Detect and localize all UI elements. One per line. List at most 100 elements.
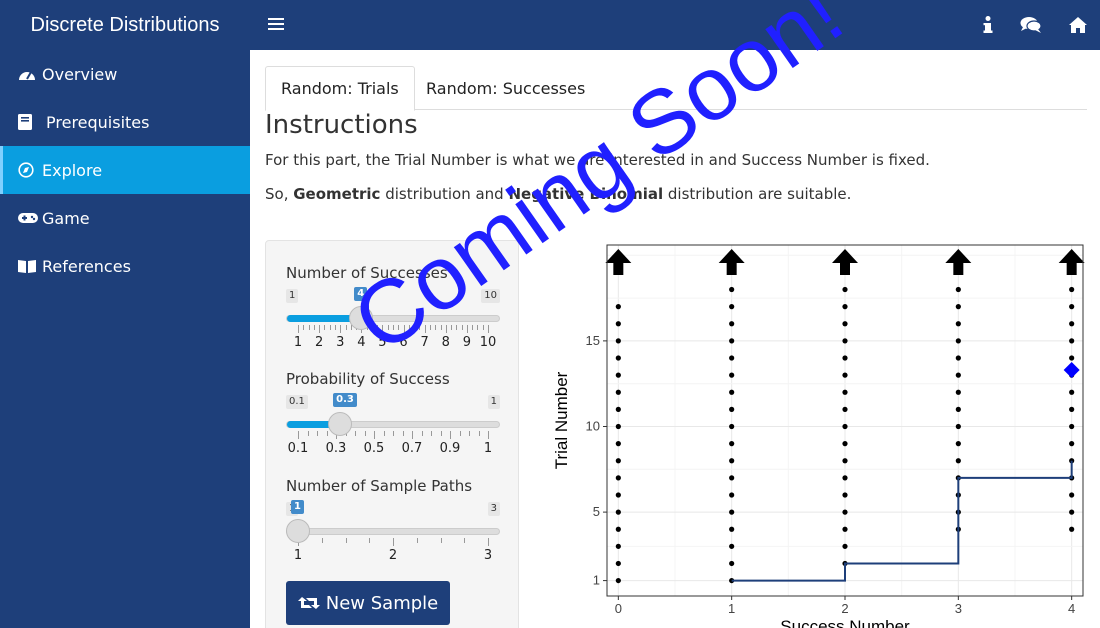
slider-tick <box>298 325 299 333</box>
slider-tick <box>435 325 437 330</box>
trial-dot <box>615 321 621 327</box>
y-tick-label: 5 <box>593 504 600 519</box>
y-axis-label: Trial Number <box>552 371 571 469</box>
trial-dot <box>729 560 735 567</box>
trial-dot <box>955 355 961 361</box>
trial-dot <box>1069 441 1075 447</box>
trial-dot <box>615 577 621 584</box>
slider-tick <box>345 325 347 330</box>
slider-tick-label: 1 <box>293 335 303 350</box>
slider-tick <box>326 431 328 436</box>
trial-dot <box>842 475 848 481</box>
slider-tick <box>345 538 347 543</box>
slider-tick <box>382 325 384 333</box>
slider-tick-label: 1 <box>293 548 303 563</box>
slider-handle[interactable] <box>286 519 310 543</box>
sidebar-toggle-icon[interactable] <box>268 15 284 35</box>
sidebar: Overview Prerequisites Explore Game Refe… <box>0 50 250 628</box>
slider-tick-label: 8 <box>441 335 450 350</box>
trial-dot <box>729 389 735 395</box>
slider-tick <box>317 431 318 436</box>
sidebar-item-prerequisites[interactable]: Prerequisites <box>0 98 250 146</box>
trial-dot <box>615 526 621 532</box>
trial-dot <box>615 355 621 361</box>
slider-tick <box>459 431 461 436</box>
trial-dot <box>955 389 961 395</box>
info-icon[interactable] <box>980 13 996 37</box>
slider-track[interactable] <box>286 528 500 535</box>
slider-tick <box>472 325 474 330</box>
slider-tick <box>298 431 299 439</box>
slider-tick <box>308 325 310 330</box>
slider-tick-label: 0.9 <box>439 441 461 456</box>
slider-tick-label: 3 <box>336 335 345 350</box>
trial-dot <box>842 406 848 412</box>
slider-min: 0.1 <box>286 395 308 409</box>
slider-tick <box>464 538 466 543</box>
slider-track[interactable] <box>286 421 500 428</box>
slider-grid <box>286 431 500 439</box>
trial-dot <box>1069 423 1075 430</box>
trial-dot <box>729 372 735 378</box>
trial-dot <box>615 458 621 464</box>
sidebar-item-game[interactable]: Game <box>0 194 250 242</box>
trial-dot <box>615 389 621 395</box>
slider-tick <box>369 538 371 543</box>
slider-grid <box>286 538 500 546</box>
paths-slider[interactable]: 1 3 1 123 <box>286 500 500 563</box>
slider-tick <box>421 431 423 436</box>
slider-tick-label: 0.5 <box>363 441 385 456</box>
sidebar-item-overview[interactable]: Overview <box>0 50 250 98</box>
trial-dot <box>729 526 735 532</box>
slider-tick-label: 2 <box>314 335 324 350</box>
slider-handle[interactable] <box>328 412 353 436</box>
button-label: New Sample <box>325 592 439 614</box>
slider-tick <box>412 431 413 439</box>
y-tick-label: 15 <box>586 333 600 348</box>
trial-dot <box>615 441 621 447</box>
home-icon[interactable] <box>1066 13 1090 37</box>
trial-dot <box>842 338 848 344</box>
y-tick-label: 1 <box>593 573 600 588</box>
comments-icon[interactable] <box>1018 13 1044 37</box>
sidebar-item-references[interactable]: References <box>0 242 250 290</box>
slider-tick <box>371 325 373 330</box>
slider-tick <box>340 325 342 333</box>
trial-dot <box>729 492 735 498</box>
trial-dot <box>842 492 848 498</box>
trial-dot <box>955 286 961 293</box>
slider-tick <box>440 325 442 330</box>
slider-tick-label: 4 <box>357 335 366 350</box>
trial-dot <box>1069 321 1075 327</box>
slider-tick <box>478 431 480 436</box>
slider-value: 4 <box>354 287 368 301</box>
sample-path-plot: 0 1 2 3 4 1 5 10 15 Success Number Trial Number <box>550 240 1095 628</box>
trial-dot <box>842 389 848 395</box>
sidebar-item-label: References <box>42 256 131 276</box>
slider-tick <box>414 325 416 330</box>
trial-dot <box>729 543 735 549</box>
wpexplorer-icon <box>18 161 38 179</box>
gamepad-icon <box>18 209 38 227</box>
tab-random-successes[interactable]: Random: Successes <box>411 66 600 110</box>
slider-tick <box>482 325 484 330</box>
slider-tick <box>431 431 432 436</box>
probability-slider[interactable]: 0.1 1 0.3 0.1 0.3 0.5 0.7 0.9 1 <box>286 393 500 456</box>
trial-dot <box>842 543 848 549</box>
trial-dot <box>1069 286 1075 293</box>
slider-tick-label: 10 <box>479 335 497 350</box>
slider-tick <box>469 431 470 436</box>
slider-tick <box>313 325 315 330</box>
trial-dot <box>955 441 961 447</box>
slider-track[interactable] <box>286 315 500 322</box>
negative-binomial-bold: Negative Binomial <box>508 185 664 203</box>
trial-dot <box>615 475 621 481</box>
new-sample-button[interactable]: New Sample <box>286 581 450 625</box>
successes-slider[interactable]: 1 10 4 1 2 3 4 5 6 7 8 9 10 <box>286 287 500 350</box>
slider-tick <box>402 431 404 436</box>
slider-tick <box>416 538 418 543</box>
trial-dot <box>615 304 621 310</box>
sidebar-item-explore[interactable]: Explore <box>0 146 250 194</box>
tab-random-trials[interactable]: Random: Trials <box>265 66 415 111</box>
trial-dot <box>1069 406 1075 412</box>
